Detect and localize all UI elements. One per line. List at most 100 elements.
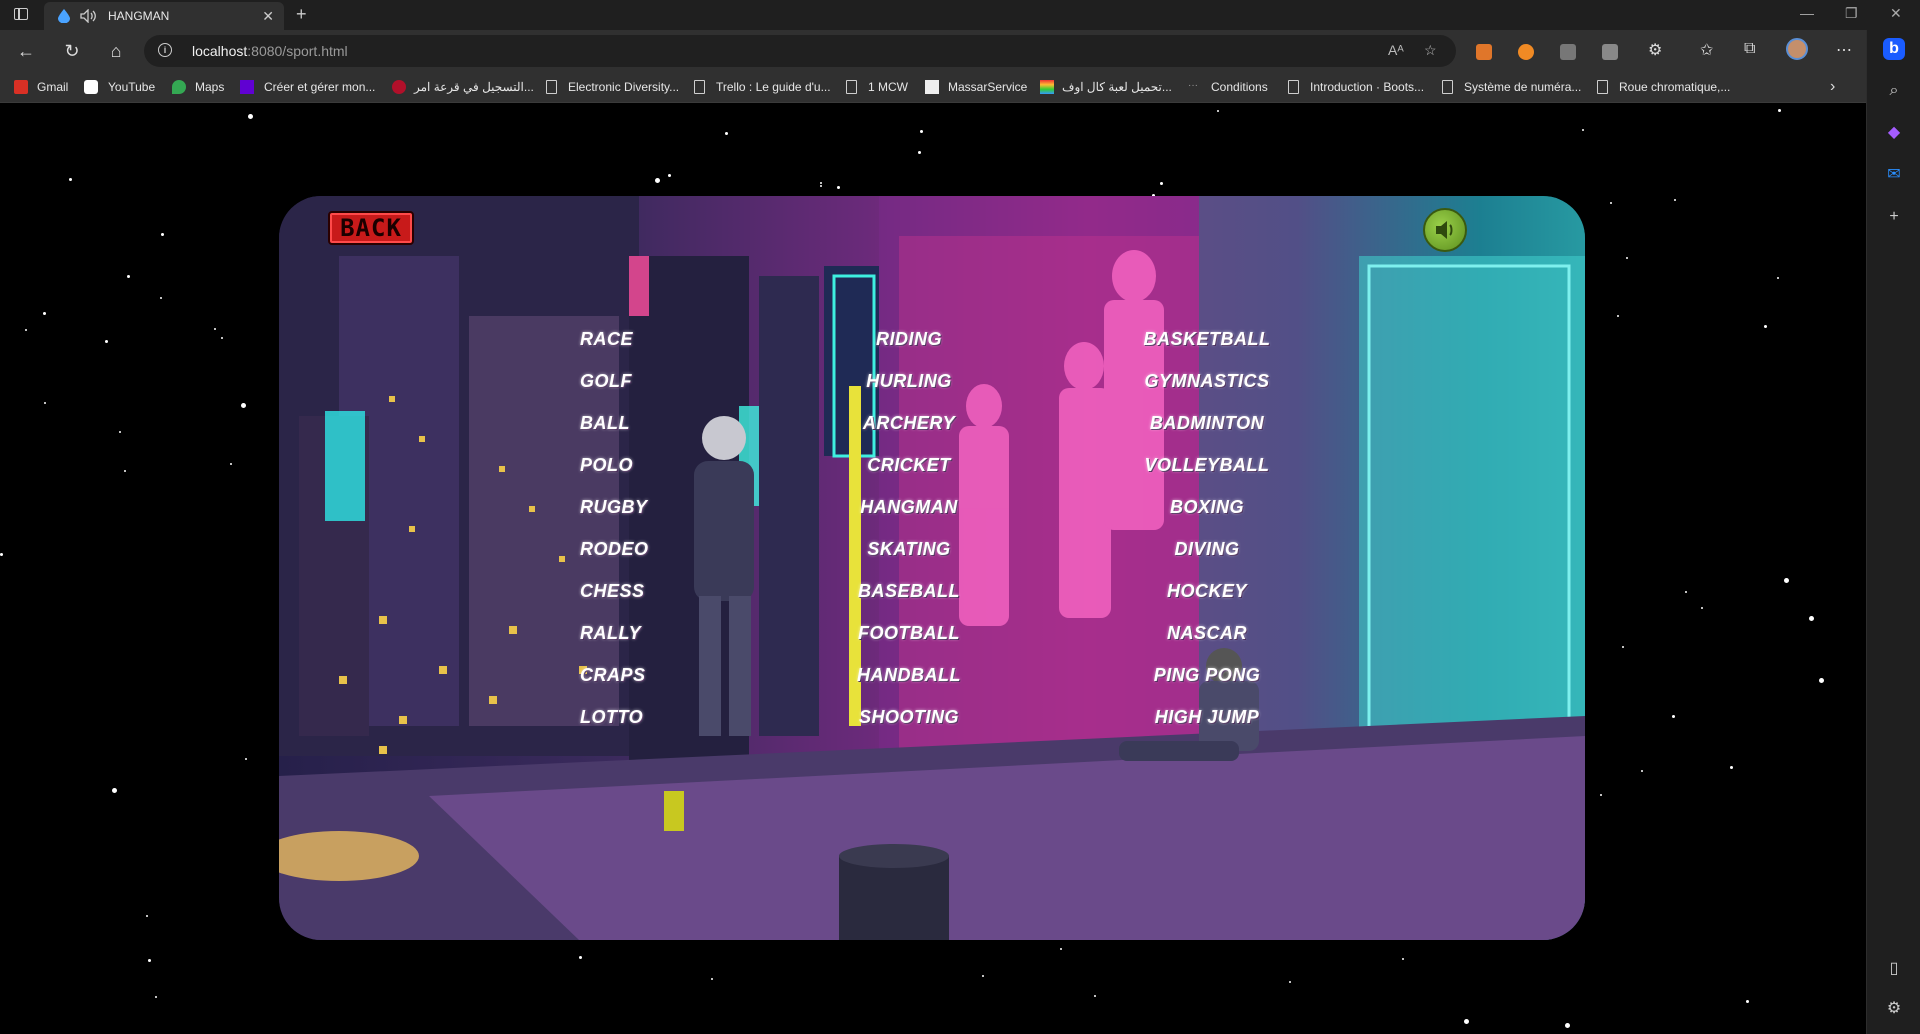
word-option[interactable]: PING PONG — [1137, 654, 1277, 696]
favorites-icon[interactable]: ✩ — [1700, 40, 1713, 60]
bookmark-electronic[interactable]: Electronic Diversity... — [568, 80, 679, 94]
star — [1464, 1019, 1469, 1024]
address-bar[interactable]: i localhost:8080/sport.html Aᴬ ☆ — [144, 35, 1456, 67]
word-option[interactable]: FOOTBALL — [839, 612, 979, 654]
page-icon — [694, 80, 705, 94]
back-button[interactable]: BACK — [328, 211, 414, 245]
home-icon[interactable]: ⌂ — [104, 39, 128, 63]
bookmark-massar[interactable]: MassarService — [948, 80, 1027, 94]
word-option[interactable]: VOLLEYBALL — [1137, 444, 1277, 486]
restore-button[interactable]: ❐ — [1845, 5, 1858, 22]
bookmark-youtube[interactable]: YouTube — [108, 80, 155, 94]
new-tab-button[interactable]: + — [296, 4, 307, 25]
word-option[interactable]: POLO — [580, 444, 649, 486]
word-option[interactable]: HIGH JUMP — [1137, 696, 1277, 738]
star — [1819, 678, 1824, 683]
word-option[interactable]: RACE — [580, 318, 649, 360]
word-option[interactable]: CHESS — [580, 570, 649, 612]
bookmark-arabic-1[interactable]: التسجيل في قرعة امر... — [414, 80, 534, 94]
word-option[interactable]: HANDBALL — [839, 654, 979, 696]
extensions-icon[interactable]: ⚙ — [1648, 40, 1662, 60]
word-option[interactable]: LOTTO — [580, 696, 649, 738]
word-option[interactable]: BADMINTON — [1137, 402, 1277, 444]
word-option[interactable]: BASKETBALL — [1137, 318, 1277, 360]
star — [161, 233, 164, 236]
star — [127, 275, 130, 278]
copilot-icon[interactable]: ◆ — [1883, 122, 1905, 144]
bookmark-bootstrap[interactable]: Introduction · Boots... — [1310, 80, 1424, 94]
tab-audio-icon[interactable] — [80, 9, 96, 23]
word-option[interactable]: GOLF — [580, 360, 649, 402]
read-aloud-icon[interactable]: Aᴬ — [1388, 42, 1404, 58]
settings-icon[interactable]: ⚙ — [1883, 998, 1905, 1020]
word-option[interactable]: SHOOTING — [839, 696, 979, 738]
word-option[interactable]: BOXING — [1137, 486, 1277, 528]
star — [820, 185, 822, 187]
page-icon — [1597, 80, 1608, 94]
minimize-button[interactable]: — — [1800, 5, 1814, 21]
bookmark-mcw[interactable]: 1 MCW — [868, 80, 908, 94]
word-option[interactable]: DIVING — [1137, 528, 1277, 570]
search-icon[interactable]: ⌕ — [1883, 80, 1905, 102]
star — [248, 114, 253, 119]
star — [1582, 129, 1584, 131]
bookmarks-overflow-icon[interactable]: › — [1830, 78, 1835, 96]
extension-a-icon[interactable] — [1518, 44, 1534, 60]
star — [221, 337, 223, 339]
back-icon[interactable]: ← — [14, 39, 38, 63]
tab-actions-menu-icon[interactable] — [14, 8, 28, 20]
extension-text-icon[interactable] — [1602, 44, 1618, 60]
outlook-icon[interactable]: ✉ — [1883, 164, 1905, 186]
star — [1622, 646, 1624, 648]
close-window-button[interactable]: ✕ — [1890, 5, 1902, 22]
refresh-icon[interactable]: ↻ — [60, 39, 84, 63]
extension-fox-icon[interactable] — [1476, 44, 1492, 60]
sidebar-toggle-icon[interactable]: ▯ — [1883, 958, 1905, 980]
collections-icon[interactable]: ⧉ — [1744, 40, 1755, 58]
page-icon — [1442, 80, 1453, 94]
tab-hangman[interactable]: HANGMAN ✕ — [44, 2, 284, 30]
word-option[interactable]: RALLY — [580, 612, 649, 654]
bookmark-roue[interactable]: Roue chromatique,... — [1619, 80, 1730, 94]
star — [1764, 325, 1767, 328]
bookmark-conditions[interactable]: Conditions — [1211, 80, 1268, 94]
bookmark-arabic-2[interactable]: تحميل لعبة كال اوف... — [1062, 80, 1172, 94]
add-icon[interactable]: + — [1883, 206, 1905, 228]
favicon-drop-icon — [58, 9, 70, 23]
word-option[interactable]: RIDING — [839, 318, 979, 360]
word-option[interactable]: HANGMAN — [839, 486, 979, 528]
word-option[interactable]: RUGBY — [580, 486, 649, 528]
word-option[interactable]: CRICKET — [839, 444, 979, 486]
bookmark-gmail[interactable]: Gmail — [37, 80, 68, 94]
tab-title: HANGMAN — [108, 9, 170, 23]
bookmark-creer[interactable]: Créer et gérer mon... — [264, 80, 375, 94]
bookmark-trello[interactable]: Trello : Le guide d'u... — [716, 80, 831, 94]
word-option[interactable]: ARCHERY — [839, 402, 979, 444]
star — [1617, 315, 1619, 317]
word-option[interactable]: GYMNASTICS — [1137, 360, 1277, 402]
site-info-icon[interactable]: i — [158, 43, 172, 57]
more-icon[interactable]: ⋯ — [1836, 40, 1852, 60]
star — [124, 470, 126, 472]
tab-close-icon[interactable]: ✕ — [262, 8, 274, 25]
bookmark-maps[interactable]: Maps — [195, 80, 224, 94]
yahoo-icon — [240, 80, 254, 94]
star — [1641, 770, 1643, 772]
word-option[interactable]: HURLING — [839, 360, 979, 402]
star — [725, 132, 728, 135]
word-option[interactable]: NASCAR — [1137, 612, 1277, 654]
bookmark-systeme[interactable]: Système de numéra... — [1464, 80, 1581, 94]
avatar[interactable] — [1786, 38, 1808, 60]
extension-printer-icon[interactable] — [1560, 44, 1576, 60]
word-option[interactable]: RODEO — [580, 528, 649, 570]
favorite-add-icon[interactable]: ☆ — [1424, 42, 1437, 59]
word-option[interactable]: HOCKEY — [1137, 570, 1277, 612]
word-option[interactable]: SKATING — [839, 528, 979, 570]
star — [1289, 981, 1291, 983]
word-option[interactable]: BALL — [580, 402, 649, 444]
word-option[interactable]: CRAPS — [580, 654, 649, 696]
word-column-3: BASKETBALL GYMNASTICS BADMINTON VOLLEYBA… — [1137, 318, 1277, 738]
word-option[interactable]: BASEBALL — [839, 570, 979, 612]
bing-icon[interactable]: b — [1883, 38, 1905, 60]
sound-toggle-button[interactable] — [1423, 208, 1467, 252]
